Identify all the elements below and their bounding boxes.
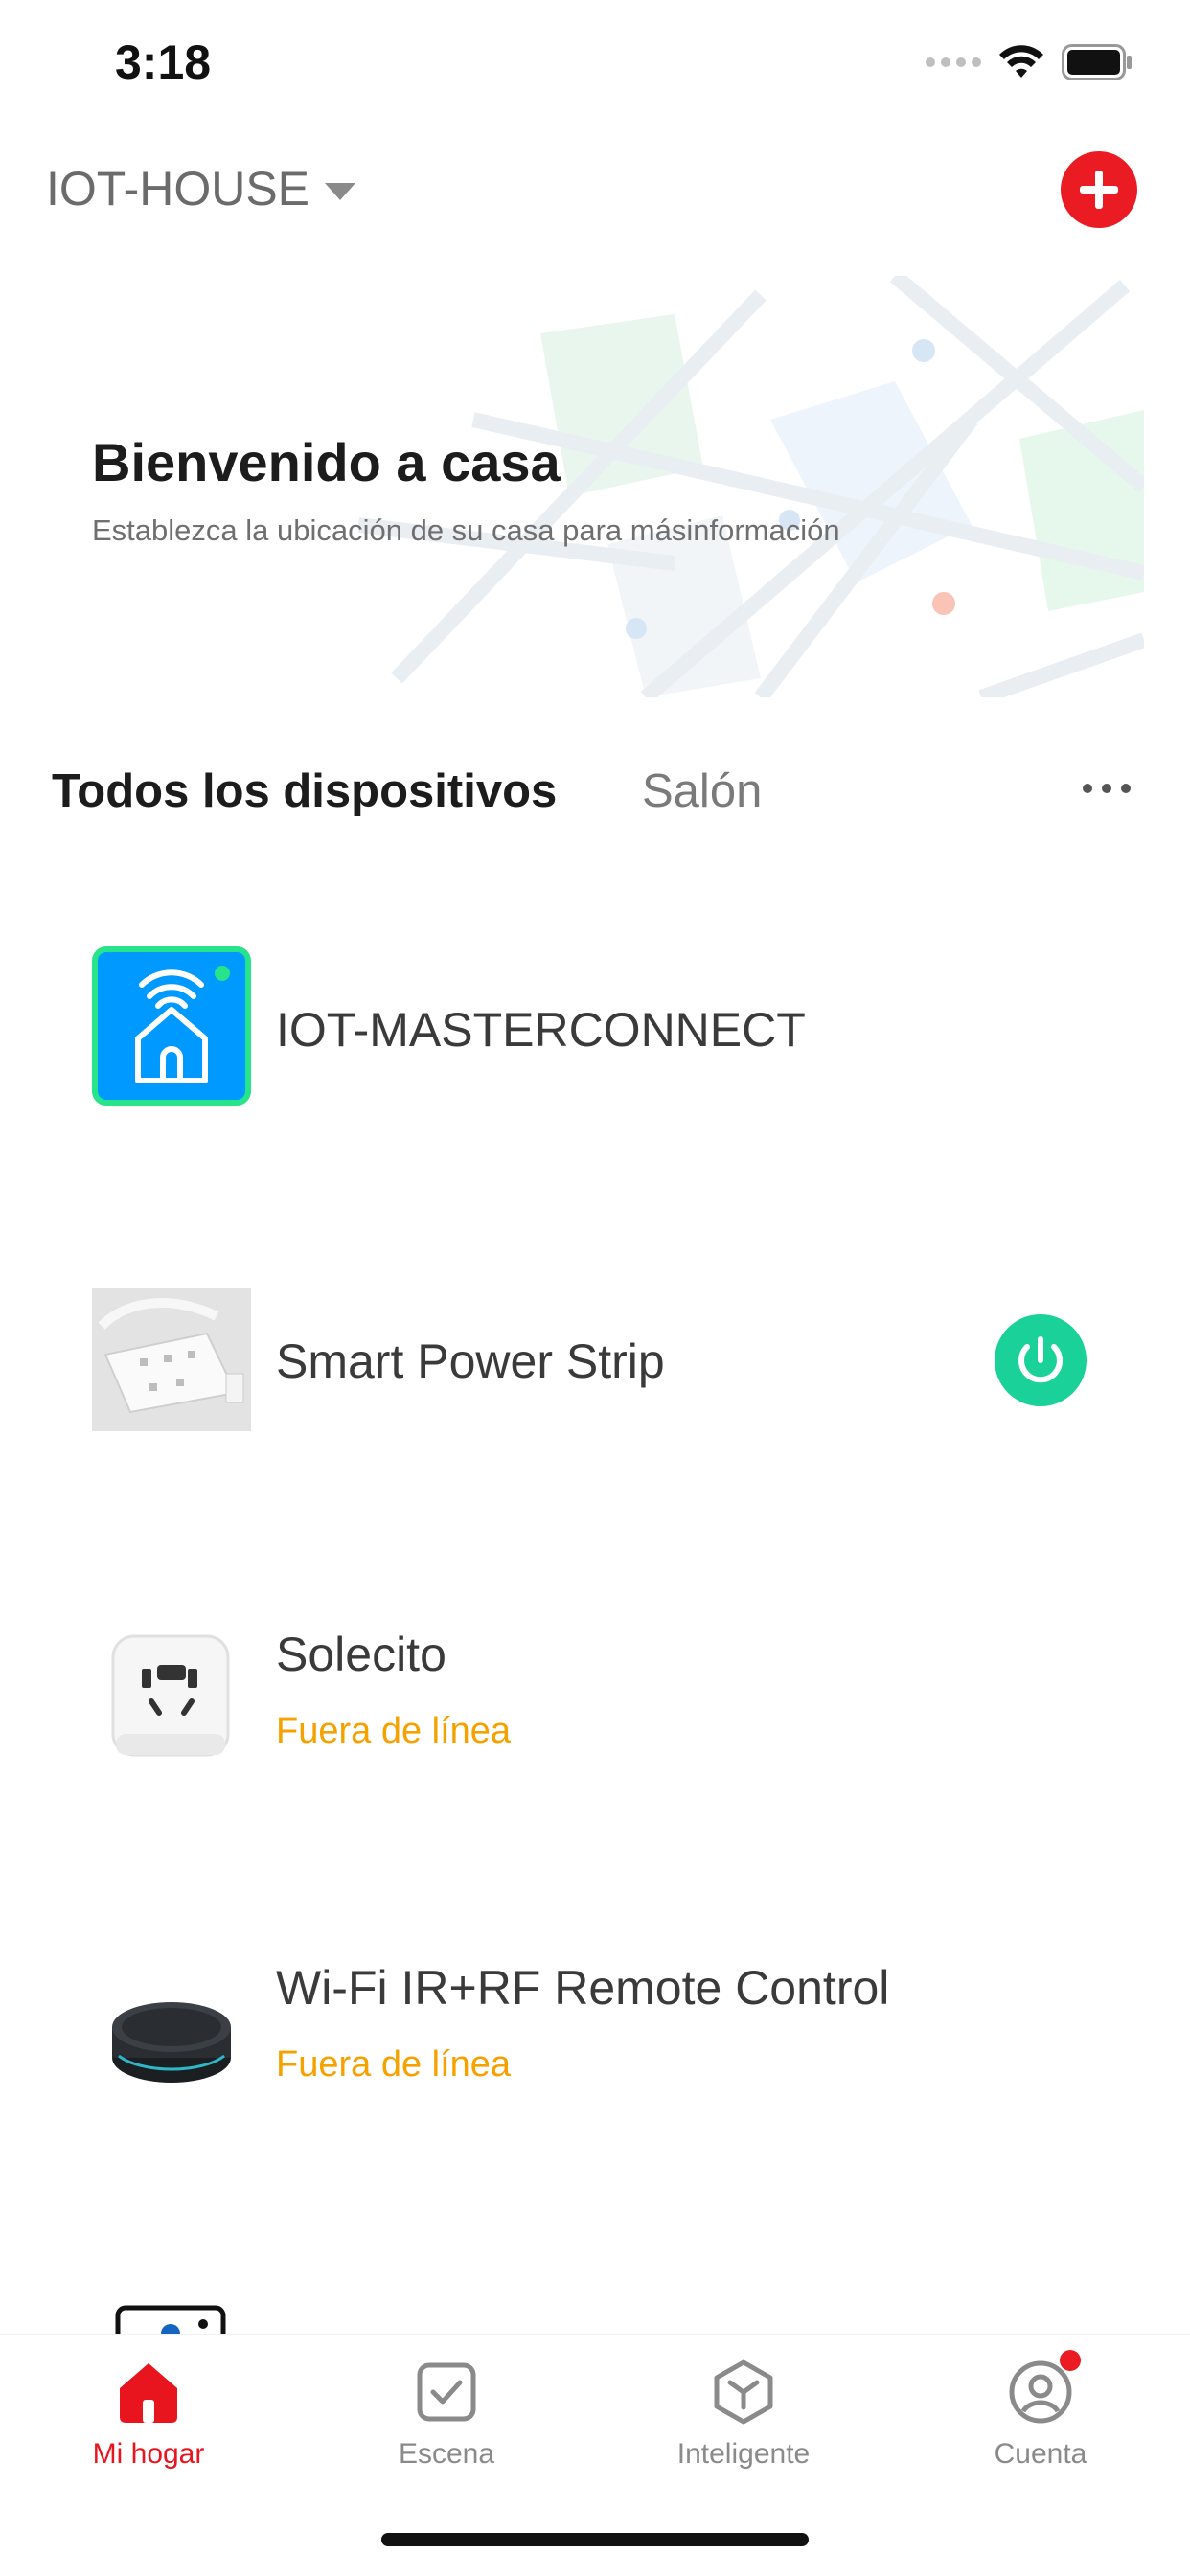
status-time: 3:18	[115, 35, 212, 89]
device-name: Solecito	[276, 1628, 446, 1681]
device-thumbnail-partial-icon	[115, 2305, 226, 2334]
nav-label: Inteligente	[676, 2438, 811, 2470]
notification-badge	[1060, 2350, 1081, 2371]
room-tabs: Todos los dispositivos Salón	[0, 757, 1190, 833]
nav-inteligente[interactable]: Inteligente	[638, 2358, 849, 2471]
cellular-signal-icon	[926, 57, 981, 67]
device-status: Fuera de línea	[276, 1711, 512, 1751]
device-item[interactable]: Smart Power Strip	[0, 1266, 1190, 1458]
home-icon	[114, 2358, 183, 2427]
smart-cube-icon	[709, 2358, 778, 2427]
home-selector[interactable]: IOT-HOUSE	[46, 161, 356, 217]
battery-icon	[1062, 44, 1132, 80]
tab-salon[interactable]: Salón	[642, 764, 762, 818]
status-bar: 3:18	[0, 0, 1190, 134]
nav-label: Cuenta	[994, 2438, 1087, 2470]
wifi-home-icon	[92, 946, 251, 1106]
power-icon	[1018, 1336, 1063, 1383]
device-item[interactable]: Solecito Fuera de línea	[0, 1600, 1190, 1791]
device-item[interactable]: Wi-Fi IR+RF Remote Control Fuera de líne…	[0, 1933, 1190, 2125]
ir-remote-hub-icon	[112, 2002, 231, 2083]
welcome-subtitle: Establezca la ubicación de su casa para …	[92, 513, 840, 547]
device-name: IOT-MASTERCONNECT	[276, 1003, 806, 1057]
nav-cuenta[interactable]: Cuenta	[935, 2350, 1146, 2471]
caret-down-icon	[325, 183, 356, 200]
nav-escena[interactable]: Escena	[341, 2358, 552, 2471]
power-toggle-button[interactable]	[995, 1314, 1087, 1406]
home-name: IOT-HOUSE	[46, 162, 310, 216]
power-strip-icon	[92, 1288, 251, 1431]
device-status: Fuera de línea	[276, 2044, 512, 2085]
smart-plug-icon	[111, 1634, 230, 1757]
more-options-icon[interactable]	[1083, 784, 1131, 793]
nav-label: Mi hogar	[92, 2438, 205, 2470]
device-name: Smart Power Strip	[276, 1334, 665, 1388]
device-name: Wi-Fi IR+RF Remote Control	[276, 1961, 890, 2015]
account-icon	[1006, 2350, 1081, 2427]
add-device-button[interactable]	[1061, 151, 1137, 228]
welcome-card[interactable]: Bienvenido a casa Establezca la ubicació…	[46, 276, 1144, 697]
device-item-partial[interactable]	[115, 2305, 226, 2334]
tab-all-devices[interactable]: Todos los dispositivos	[52, 764, 557, 818]
device-item[interactable]: IOT-MASTERCONNECT	[0, 933, 1190, 1125]
status-icons	[926, 44, 1134, 80]
welcome-title: Bienvenido a casa	[92, 432, 561, 492]
nav-label: Escena	[398, 2438, 495, 2470]
wifi-icon	[999, 45, 1043, 78]
home-indicator	[381, 2533, 809, 2546]
scene-check-icon	[412, 2358, 481, 2427]
nav-mi-hogar[interactable]: Mi hogar	[43, 2358, 254, 2471]
